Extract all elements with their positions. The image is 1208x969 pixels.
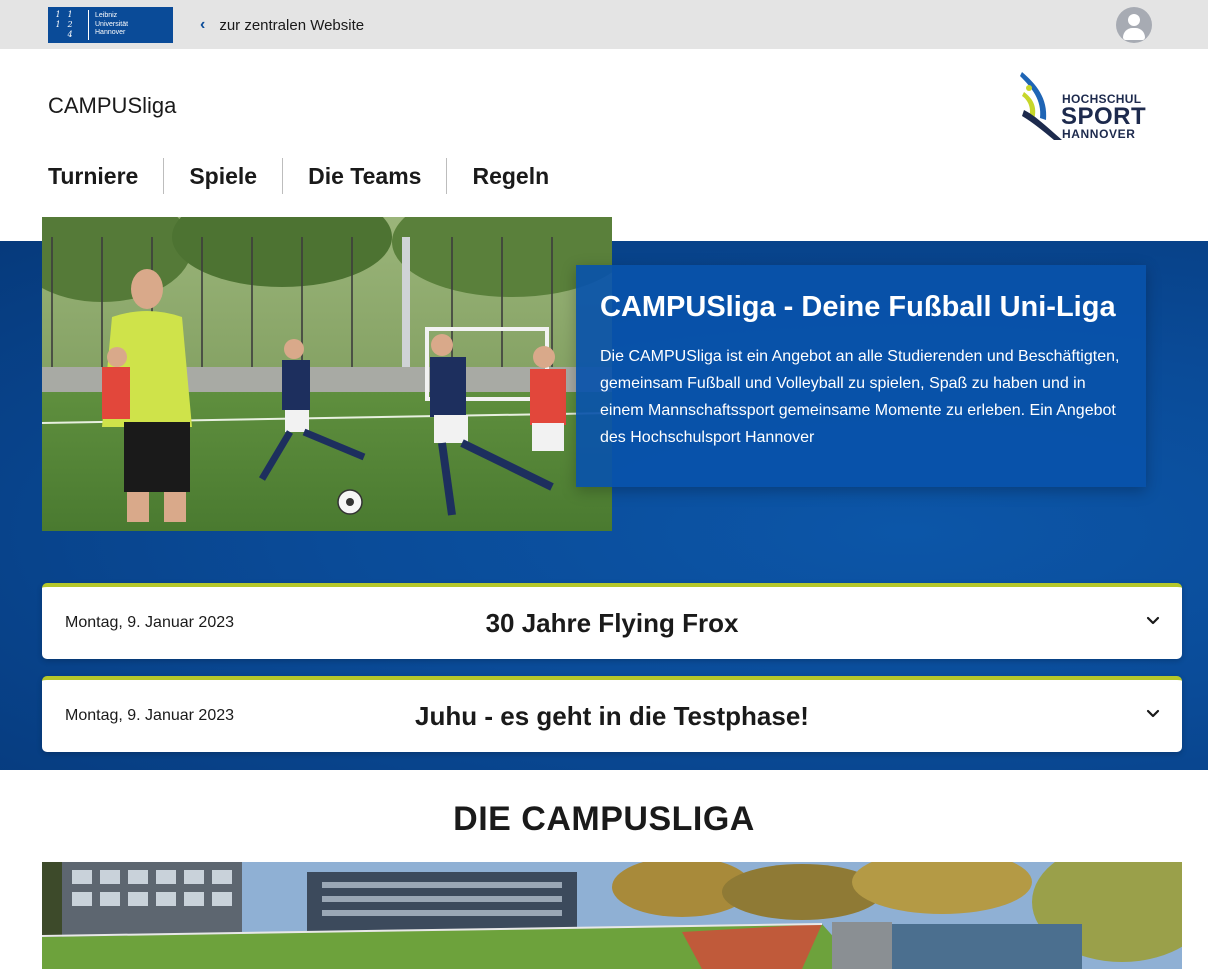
nav-item-die-teams[interactable]: Die Teams xyxy=(283,158,448,194)
logo-line: Hannover xyxy=(95,29,126,37)
logo-text-hannover: HANNOVER xyxy=(1062,127,1136,141)
nav-item-spiele[interactable]: Spiele xyxy=(164,158,284,194)
top-utility-bar: 1 1 1 2 4 Leibniz Universität Hannover ‹… xyxy=(0,0,1208,49)
university-logo-mark: 1 1 1 2 4 xyxy=(52,10,89,40)
hero-info-panel: CAMPUSliga - Deine Fußball Uni-Liga Die … xyxy=(576,265,1146,487)
chevron-down-icon[interactable] xyxy=(1146,614,1160,628)
news-title[interactable]: Juhu - es geht in die Testphase! xyxy=(42,680,1182,752)
logo-line: Leibniz xyxy=(95,12,118,20)
logo-digit: 4 xyxy=(67,30,73,39)
chevron-left-icon: ‹ xyxy=(200,16,206,33)
hochschulsport-logo[interactable]: HOCHSCHUL SPORT HANNOVER xyxy=(1018,70,1148,142)
campus-sports-ground-photo xyxy=(42,862,1182,969)
main-navigation: Turniere Spiele Die Teams Regeln xyxy=(48,158,574,194)
hochschulsport-logo-mark xyxy=(1020,72,1062,140)
user-avatar-icon[interactable] xyxy=(1116,7,1152,43)
chevron-down-icon[interactable] xyxy=(1146,707,1160,721)
university-logo[interactable]: 1 1 1 2 4 Leibniz Universität Hannover xyxy=(48,7,173,43)
news-card[interactable]: Montag, 9. Januar 2023 Juhu - es geht in… xyxy=(42,676,1182,752)
logo-digit: 1 xyxy=(55,20,61,29)
logo-digit: 2 xyxy=(67,20,73,29)
nav-item-turniere[interactable]: Turniere xyxy=(48,158,165,194)
nav-item-regeln[interactable]: Regeln xyxy=(447,158,574,194)
hero-football-photo xyxy=(42,217,612,531)
site-title[interactable]: CAMPUSliga xyxy=(48,93,176,119)
logo-digit: 1 xyxy=(67,10,73,19)
hero-heading: CAMPUSliga - Deine Fußball Uni-Liga xyxy=(600,291,1116,323)
university-logo-text: Leibniz Universität Hannover xyxy=(95,12,128,38)
news-title[interactable]: 30 Jahre Flying Frox xyxy=(42,587,1182,659)
logo-line: Universität xyxy=(95,20,129,28)
hero-text: Die CAMPUSliga ist ein Angebot an alle S… xyxy=(600,348,1120,446)
back-to-central-website-link[interactable]: ‹ zur zentralen Website xyxy=(200,15,364,35)
logo-digit: 1 xyxy=(55,10,61,19)
section-title: DIE CAMPUSLIGA xyxy=(453,800,755,838)
news-card[interactable]: Montag, 9. Januar 2023 30 Jahre Flying F… xyxy=(42,583,1182,659)
back-link-label: zur zentralen Website xyxy=(219,16,365,34)
